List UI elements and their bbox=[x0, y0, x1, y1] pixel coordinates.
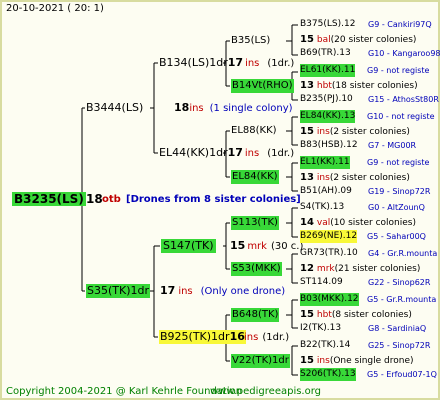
gen4-origin-label: G10 - not registe bbox=[367, 112, 435, 121]
gen3-s113[interactable]: S113(TK) bbox=[231, 216, 279, 230]
gen4-id-label[interactable]: ST114.09 bbox=[300, 276, 343, 289]
gen4-origin-label: G25 - Sinop72R bbox=[368, 341, 431, 350]
gen4-year: 15 bbox=[300, 126, 314, 137]
gen4-breeder: ins bbox=[316, 127, 330, 137]
gen4-note: (2 sister colonies) bbox=[329, 127, 410, 137]
gen4-id-label[interactable]: EL1(KK).11 bbox=[300, 156, 350, 169]
gen3-s53[interactable]: S53(MKK) bbox=[231, 262, 282, 276]
gen4-id-label[interactable]: B83(HSB).12 bbox=[300, 139, 358, 152]
gen4-year: 15 bbox=[300, 34, 314, 45]
gen4-id-label[interactable]: B375(LS).12 bbox=[300, 18, 355, 31]
gen4-year: 13 bbox=[300, 80, 314, 91]
gen4-breeder: mrk bbox=[316, 264, 335, 274]
header-date: 20-10-2021 ( 20: 1) bbox=[6, 3, 104, 14]
gen2-b134[interactable]: B134(LS)1dr17 ins (1dr.) bbox=[159, 56, 294, 70]
gen4-id-label[interactable]: B235(PJ).10 bbox=[300, 93, 353, 106]
gen4-origin-label: G9 - not registe bbox=[367, 66, 430, 75]
gen4-info: 12 mrk(21 sister colonies) bbox=[300, 262, 420, 276]
gen1-queen-info: 18ins (1 single colony) bbox=[174, 101, 293, 114]
gen2-b925-info: ins (1dr.) bbox=[244, 332, 290, 343]
gen4-breeder: ins bbox=[316, 356, 330, 366]
root-note: [Drones from 8 sister colonies] bbox=[126, 194, 301, 205]
gen4-info: 15 ins(One single drone) bbox=[300, 354, 414, 368]
gen4-origin-label: G5 - Gr.R.mounta bbox=[367, 295, 437, 304]
gen4-origin-label: G8 - SardiniaQ bbox=[368, 324, 427, 333]
gen4-info: 15 bal(20 sister colonies) bbox=[300, 33, 416, 47]
gen4-breeder: val bbox=[316, 218, 331, 228]
gen4-id-label[interactable]: I2(TK).13 bbox=[300, 322, 341, 335]
gen4-info: 14 val(10 sister colonies) bbox=[300, 216, 416, 230]
gen4-note: (2 sister colonies) bbox=[329, 173, 410, 183]
gen4-note: (10 sister colonies) bbox=[330, 218, 416, 228]
gen4-info: 15 hbt(8 sister colonies) bbox=[300, 308, 412, 322]
gen3-el88[interactable]: EL88(KK) bbox=[231, 124, 277, 138]
gen3-b648[interactable]: B648(TK) bbox=[231, 308, 280, 322]
gen4-id-label[interactable]: B03(MKK).12 bbox=[300, 293, 359, 306]
gen4-note: (18 sister colonies) bbox=[331, 81, 418, 91]
gen4-info: 15 ins(2 sister colonies) bbox=[300, 125, 410, 139]
gen4-origin-label: G9 - not registe bbox=[367, 158, 430, 167]
gen2-el44[interactable]: EL44(KK)1dr17 ins (1dr.) bbox=[159, 146, 294, 160]
gen4-id-label[interactable]: B69(TR).13 bbox=[300, 47, 351, 60]
gen4-year: 15 bbox=[300, 355, 314, 366]
gen3-el84[interactable]: EL84(KK) bbox=[231, 170, 279, 184]
gen4-origin-label: G22 - Sinop62R bbox=[368, 278, 431, 287]
gen1-drone-info: 17 ins (Only one drone) bbox=[160, 284, 286, 297]
gen4-id-label[interactable]: B22(TK).14 bbox=[300, 339, 350, 352]
gen3-b14vt[interactable]: B14Vt(RHO) bbox=[231, 79, 294, 93]
gen4-breeder: hbt bbox=[316, 310, 332, 320]
gen4-id-label[interactable]: EL61(KK).11 bbox=[300, 64, 356, 77]
gen4-breeder: hbt bbox=[316, 81, 332, 91]
root-year: 18 bbox=[86, 192, 103, 206]
gen2-s147-info: 15 mrk (30 c.) bbox=[230, 239, 304, 252]
gen4-year: 14 bbox=[300, 217, 314, 228]
gen4-origin-label: G5 - Sahar00Q bbox=[367, 232, 426, 241]
gen4-id-label[interactable]: B51(AH).09 bbox=[300, 185, 352, 198]
gen4-info: 13 ins(2 sister colonies) bbox=[300, 171, 410, 185]
gen4-id-label[interactable]: GR73(TR).10 bbox=[300, 247, 358, 260]
gen4-year: 15 bbox=[300, 309, 314, 320]
root-breeder: otb bbox=[102, 194, 121, 205]
footer-website[interactable]: www.pedigreeapis.org bbox=[210, 385, 321, 398]
gen1-queen-id[interactable]: B3444(LS) bbox=[86, 101, 143, 115]
gen4-origin-label: G7 - MG00R bbox=[368, 141, 417, 150]
gen4-origin-label: G15 - AthosSt80R bbox=[368, 95, 439, 104]
gen4-origin-label: G10 - Kangaroo98R bbox=[368, 49, 440, 58]
gen4-info: 13 hbt(18 sister colonies) bbox=[300, 79, 418, 93]
gen4-origin-label: G4 - Gr.R.mounta bbox=[368, 249, 438, 258]
gen2-b925-id[interactable]: B925(TK)1dr16 bbox=[159, 330, 246, 344]
gen4-year: 13 bbox=[300, 172, 314, 183]
gen4-id-label[interactable]: B269(NE).12 bbox=[300, 230, 358, 243]
gen1-drone-id[interactable]: S35(TK)1dr bbox=[86, 284, 150, 298]
gen4-origin-label: G0 - AltZounQ bbox=[368, 203, 425, 212]
gen4-breeder: bal bbox=[316, 35, 331, 45]
footer-copyright: Copyright 2004-2021 @ Karl Kehrle Founda… bbox=[6, 386, 243, 397]
gen3-b35[interactable]: B35(LS) bbox=[231, 34, 270, 48]
gen4-breeder: ins bbox=[316, 173, 330, 183]
gen4-origin-label: G9 - Cankiri97Q bbox=[368, 20, 432, 29]
gen2-s147-id[interactable]: S147(TK) bbox=[161, 239, 216, 253]
pedigree-canvas: 20-10-2021 ( 20: 1) B3235(LS) 18 otb [Dr… bbox=[0, 0, 440, 400]
gen4-note: (8 sister colonies) bbox=[331, 310, 412, 320]
gen4-note: (20 sister colonies) bbox=[330, 35, 417, 45]
gen4-year: 12 bbox=[300, 263, 314, 274]
gen4-note: (21 sister colonies) bbox=[334, 264, 421, 274]
gen3-v22[interactable]: V22(TK)1dr bbox=[231, 354, 290, 368]
gen4-note: (One single drone) bbox=[329, 356, 414, 366]
gen4-id-label[interactable]: S206(TK).13 bbox=[300, 368, 356, 381]
gen4-origin-label: G19 - Sinop72R bbox=[368, 187, 431, 196]
gen4-id-label[interactable]: EL84(KK).13 bbox=[300, 110, 356, 123]
gen4-id-label[interactable]: S4(TK).13 bbox=[300, 201, 344, 214]
root-bee-id[interactable]: B3235(LS) bbox=[12, 192, 86, 206]
gen4-origin-label: G5 - Erfoud07-1Q bbox=[367, 370, 437, 379]
